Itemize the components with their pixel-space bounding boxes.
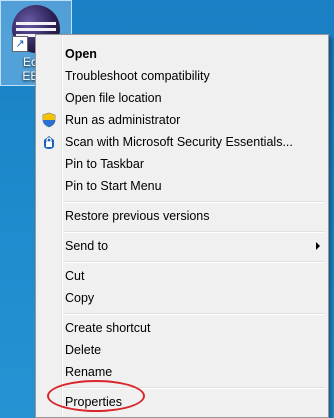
menu-separator — [64, 261, 325, 263]
menu-item-label: Open — [65, 47, 97, 61]
menu-item-label: Pin to Taskbar — [65, 157, 144, 171]
menu-item-pin-to-taskbar[interactable]: Pin to Taskbar — [38, 153, 326, 175]
menu-item-label: Run as administrator — [65, 113, 181, 127]
shortcut-arrow-icon: ↗ — [12, 36, 28, 52]
menu-separator — [64, 387, 325, 389]
menu-item-label: Troubleshoot compatibility — [65, 69, 210, 83]
uac-shield-icon — [41, 112, 57, 128]
menu-item-label: Cut — [65, 269, 85, 283]
menu-item-label: Create shortcut — [65, 321, 151, 335]
menu-item-label: Scan with Microsoft Security Essentials.… — [65, 135, 293, 149]
menu-item-troubleshoot-compatibility[interactable]: Troubleshoot compatibility — [38, 65, 326, 87]
menu-item-delete[interactable]: Delete — [38, 339, 326, 361]
context-menu: Open Troubleshoot compatibility Open fil… — [35, 34, 329, 418]
menu-item-open[interactable]: Open — [38, 43, 326, 65]
menu-item-label: Properties — [65, 395, 122, 409]
menu-item-copy[interactable]: Copy — [38, 287, 326, 309]
menu-item-send-to[interactable]: Send to — [38, 235, 326, 257]
menu-item-label: Copy — [65, 291, 95, 305]
menu-separator — [64, 201, 325, 203]
menu-item-rename[interactable]: Rename — [38, 361, 326, 383]
menu-item-cut[interactable]: Cut — [38, 265, 326, 287]
menu-item-label: Rename — [65, 365, 113, 379]
menu-item-create-shortcut[interactable]: Create shortcut — [38, 317, 326, 339]
menu-item-label: Send to — [65, 239, 109, 253]
menu-separator — [64, 231, 325, 233]
menu-separator — [64, 313, 325, 315]
menu-item-label: Restore previous versions — [65, 209, 210, 223]
security-essentials-icon — [41, 134, 57, 150]
menu-item-pin-to-start-menu[interactable]: Pin to Start Menu — [38, 175, 326, 197]
menu-item-label: Open file location — [65, 91, 162, 105]
menu-item-run-as-administrator[interactable]: Run as administrator — [38, 109, 326, 131]
menu-item-label: Delete — [65, 343, 102, 357]
menu-item-label: Pin to Start Menu — [65, 179, 162, 193]
menu-item-open-file-location[interactable]: Open file location — [38, 87, 326, 109]
menu-item-scan-security-essentials[interactable]: Scan with Microsoft Security Essentials.… — [38, 131, 326, 153]
menu-item-properties[interactable]: Properties — [38, 391, 326, 413]
submenu-arrow-icon — [316, 242, 320, 250]
menu-item-restore-previous-versions[interactable]: Restore previous versions — [38, 205, 326, 227]
